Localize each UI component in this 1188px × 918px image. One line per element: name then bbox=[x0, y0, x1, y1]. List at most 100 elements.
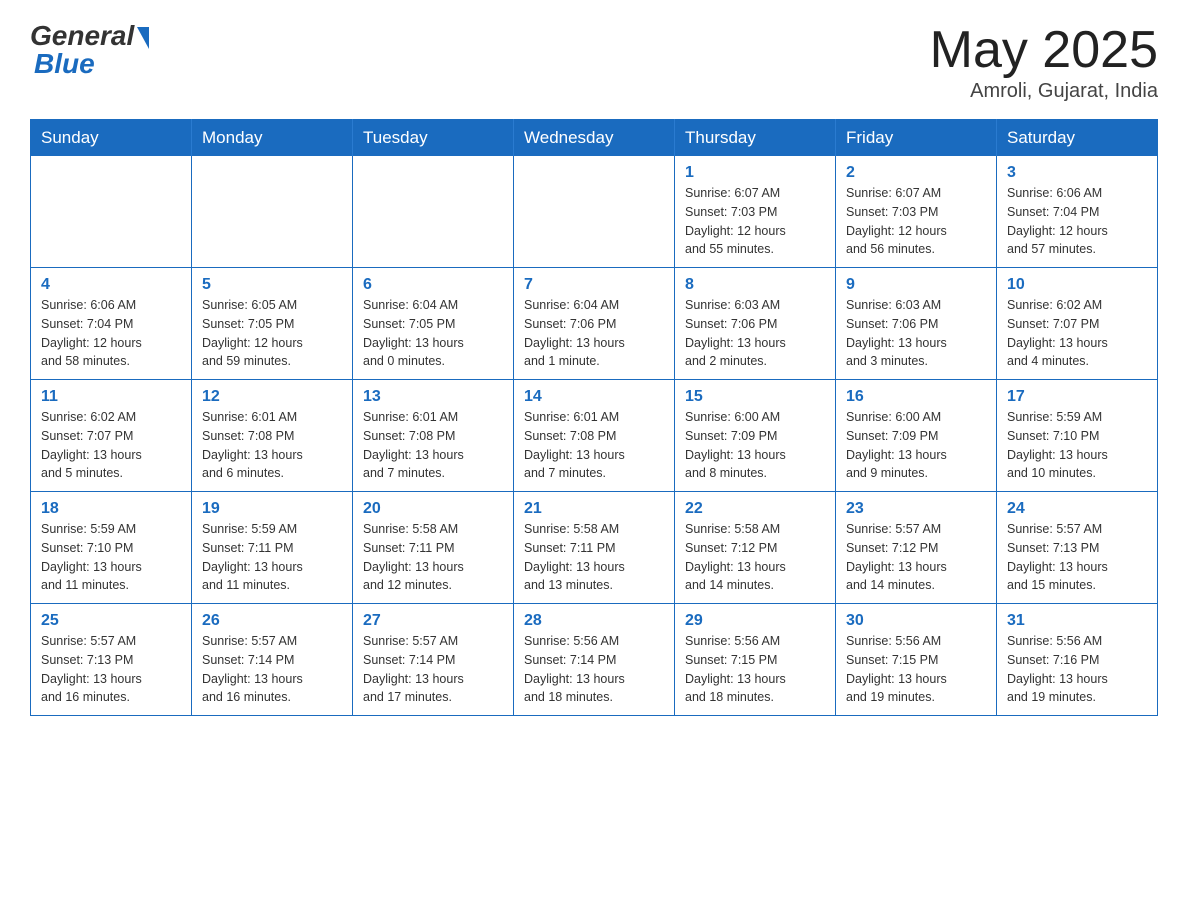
day-info: Sunrise: 6:01 AM Sunset: 7:08 PM Dayligh… bbox=[202, 408, 342, 483]
calendar-cell: 7 Sunrise: 6:04 AM Sunset: 7:06 PM Daylig… bbox=[514, 268, 675, 380]
day-info: Sunrise: 5:56 AM Sunset: 7:15 PM Dayligh… bbox=[685, 632, 825, 707]
day-of-week-header: Tuesday bbox=[353, 120, 514, 157]
day-number: 4 bbox=[41, 276, 181, 294]
day-number: 26 bbox=[202, 612, 342, 630]
day-info: Sunrise: 6:06 AM Sunset: 7:04 PM Dayligh… bbox=[1007, 184, 1147, 259]
calendar-cell: 2 Sunrise: 6:07 AM Sunset: 7:03 PM Daylig… bbox=[836, 156, 997, 268]
day-info: Sunrise: 6:06 AM Sunset: 7:04 PM Dayligh… bbox=[41, 296, 181, 371]
day-number: 22 bbox=[685, 500, 825, 518]
calendar-cell: 3 Sunrise: 6:06 AM Sunset: 7:04 PM Daylig… bbox=[997, 156, 1158, 268]
title-section: May 2025 Amroli, Gujarat, India bbox=[930, 20, 1158, 103]
day-info: Sunrise: 5:56 AM Sunset: 7:14 PM Dayligh… bbox=[524, 632, 664, 707]
day-info: Sunrise: 5:56 AM Sunset: 7:15 PM Dayligh… bbox=[846, 632, 986, 707]
day-number: 5 bbox=[202, 276, 342, 294]
day-number: 27 bbox=[363, 612, 503, 630]
calendar-cell bbox=[31, 156, 192, 268]
day-info: Sunrise: 6:05 AM Sunset: 7:05 PM Dayligh… bbox=[202, 296, 342, 371]
calendar-cell: 6Sunrise: 6:04 AM Sunset: 7:05 PM Daylig… bbox=[353, 268, 514, 380]
day-info: Sunrise: 6:02 AM Sunset: 7:07 PM Dayligh… bbox=[41, 408, 181, 483]
month-year-title: May 2025 bbox=[930, 20, 1158, 80]
calendar-cell: 27 Sunrise: 5:57 AM Sunset: 7:14 PM Dayli… bbox=[353, 604, 514, 716]
day-number: 12 bbox=[202, 388, 342, 406]
day-info: Sunrise: 6:07 AM Sunset: 7:03 PM Dayligh… bbox=[685, 184, 825, 259]
day-info: Sunrise: 5:56 AM Sunset: 7:16 PM Dayligh… bbox=[1007, 632, 1147, 707]
day-info: Sunrise: 5:57 AM Sunset: 7:14 PM Dayligh… bbox=[202, 632, 342, 707]
day-of-week-header: Friday bbox=[836, 120, 997, 157]
calendar-cell: 15 Sunrise: 6:00 AM Sunset: 7:09 PM Dayli… bbox=[675, 380, 836, 492]
calendar-header-row: SundayMondayTuesdayWednesdayThursdayFrid… bbox=[31, 120, 1158, 157]
calendar-cell: 11 Sunrise: 6:02 AM Sunset: 7:07 PM Dayli… bbox=[31, 380, 192, 492]
calendar-cell bbox=[192, 156, 353, 268]
calendar-cell: 12 Sunrise: 6:01 AM Sunset: 7:08 PM Dayli… bbox=[192, 380, 353, 492]
day-info: Sunrise: 5:57 AM Sunset: 7:14 PM Dayligh… bbox=[363, 632, 503, 707]
day-info: Sunrise: 6:02 AM Sunset: 7:07 PM Dayligh… bbox=[1007, 296, 1147, 371]
day-number: 20 bbox=[363, 500, 503, 518]
day-number: 9 bbox=[846, 276, 986, 294]
day-info: Sunrise: 6:00 AM Sunset: 7:09 PM Dayligh… bbox=[685, 408, 825, 483]
day-info: Sunrise: 6:03 AM Sunset: 7:06 PM Dayligh… bbox=[685, 296, 825, 371]
day-info: Sunrise: 6:04 AM Sunset: 7:05 PM Dayligh… bbox=[363, 296, 503, 371]
day-number: 18 bbox=[41, 500, 181, 518]
day-info: Sunrise: 6:01 AM Sunset: 7:08 PM Dayligh… bbox=[363, 408, 503, 483]
calendar-cell: 8 Sunrise: 6:03 AM Sunset: 7:06 PM Daylig… bbox=[675, 268, 836, 380]
day-info: Sunrise: 5:57 AM Sunset: 7:13 PM Dayligh… bbox=[41, 632, 181, 707]
calendar-week-row: 18 Sunrise: 5:59 AM Sunset: 7:10 PM Dayli… bbox=[31, 492, 1158, 604]
calendar-cell: 20Sunrise: 5:58 AM Sunset: 7:11 PM Dayli… bbox=[353, 492, 514, 604]
calendar-cell: 1Sunrise: 6:07 AM Sunset: 7:03 PM Daylig… bbox=[675, 156, 836, 268]
day-number: 11 bbox=[41, 388, 181, 406]
day-number: 28 bbox=[524, 612, 664, 630]
day-info: Sunrise: 6:01 AM Sunset: 7:08 PM Dayligh… bbox=[524, 408, 664, 483]
calendar-cell: 9 Sunrise: 6:03 AM Sunset: 7:06 PM Daylig… bbox=[836, 268, 997, 380]
day-number: 2 bbox=[846, 164, 986, 182]
logo: General Blue bbox=[30, 20, 149, 80]
day-info: Sunrise: 5:59 AM Sunset: 7:10 PM Dayligh… bbox=[1007, 408, 1147, 483]
calendar-cell: 5 Sunrise: 6:05 AM Sunset: 7:05 PM Daylig… bbox=[192, 268, 353, 380]
logo-triangle-icon bbox=[137, 27, 149, 49]
day-number: 8 bbox=[685, 276, 825, 294]
day-info: Sunrise: 5:57 AM Sunset: 7:13 PM Dayligh… bbox=[1007, 520, 1147, 595]
calendar-cell: 30 Sunrise: 5:56 AM Sunset: 7:15 PM Dayli… bbox=[836, 604, 997, 716]
location-title: Amroli, Gujarat, India bbox=[930, 80, 1158, 103]
day-info: Sunrise: 6:04 AM Sunset: 7:06 PM Dayligh… bbox=[524, 296, 664, 371]
day-number: 31 bbox=[1007, 612, 1147, 630]
day-number: 30 bbox=[846, 612, 986, 630]
day-info: Sunrise: 5:58 AM Sunset: 7:11 PM Dayligh… bbox=[524, 520, 664, 595]
day-of-week-header: Monday bbox=[192, 120, 353, 157]
day-info: Sunrise: 5:59 AM Sunset: 7:10 PM Dayligh… bbox=[41, 520, 181, 595]
day-number: 7 bbox=[524, 276, 664, 294]
day-number: 24 bbox=[1007, 500, 1147, 518]
day-of-week-header: Sunday bbox=[31, 120, 192, 157]
calendar-cell: 26 Sunrise: 5:57 AM Sunset: 7:14 PM Dayli… bbox=[192, 604, 353, 716]
day-info: Sunrise: 6:03 AM Sunset: 7:06 PM Dayligh… bbox=[846, 296, 986, 371]
calendar-cell: 10 Sunrise: 6:02 AM Sunset: 7:07 PM Dayli… bbox=[997, 268, 1158, 380]
calendar-cell: 25 Sunrise: 5:57 AM Sunset: 7:13 PM Dayli… bbox=[31, 604, 192, 716]
day-number: 25 bbox=[41, 612, 181, 630]
calendar-cell: 16Sunrise: 6:00 AM Sunset: 7:09 PM Dayli… bbox=[836, 380, 997, 492]
calendar-cell: 28 Sunrise: 5:56 AM Sunset: 7:14 PM Dayli… bbox=[514, 604, 675, 716]
day-number: 3 bbox=[1007, 164, 1147, 182]
calendar-cell: 24 Sunrise: 5:57 AM Sunset: 7:13 PM Dayli… bbox=[997, 492, 1158, 604]
calendar-cell: 18 Sunrise: 5:59 AM Sunset: 7:10 PM Dayli… bbox=[31, 492, 192, 604]
day-number: 13 bbox=[363, 388, 503, 406]
day-info: Sunrise: 6:07 AM Sunset: 7:03 PM Dayligh… bbox=[846, 184, 986, 259]
calendar-cell: 22 Sunrise: 5:58 AM Sunset: 7:12 PM Dayli… bbox=[675, 492, 836, 604]
day-number: 29 bbox=[685, 612, 825, 630]
day-number: 21 bbox=[524, 500, 664, 518]
calendar-cell: 31 Sunrise: 5:56 AM Sunset: 7:16 PM Dayli… bbox=[997, 604, 1158, 716]
day-info: Sunrise: 5:59 AM Sunset: 7:11 PM Dayligh… bbox=[202, 520, 342, 595]
calendar-cell: 13 Sunrise: 6:01 AM Sunset: 7:08 PM Dayli… bbox=[353, 380, 514, 492]
day-number: 14 bbox=[524, 388, 664, 406]
calendar-cell: 29 Sunrise: 5:56 AM Sunset: 7:15 PM Dayli… bbox=[675, 604, 836, 716]
logo-blue-text: Blue bbox=[30, 48, 95, 80]
calendar-week-row: 1Sunrise: 6:07 AM Sunset: 7:03 PM Daylig… bbox=[31, 156, 1158, 268]
calendar-cell bbox=[353, 156, 514, 268]
page-header: General Blue May 2025 Amroli, Gujarat, I… bbox=[30, 20, 1158, 103]
day-info: Sunrise: 5:58 AM Sunset: 7:12 PM Dayligh… bbox=[685, 520, 825, 595]
day-number: 15 bbox=[685, 388, 825, 406]
calendar-cell: 23Sunrise: 5:57 AM Sunset: 7:12 PM Dayli… bbox=[836, 492, 997, 604]
day-number: 19 bbox=[202, 500, 342, 518]
day-number: 10 bbox=[1007, 276, 1147, 294]
calendar-table: SundayMondayTuesdayWednesdayThursdayFrid… bbox=[30, 119, 1158, 716]
day-of-week-header: Thursday bbox=[675, 120, 836, 157]
day-of-week-header: Saturday bbox=[997, 120, 1158, 157]
